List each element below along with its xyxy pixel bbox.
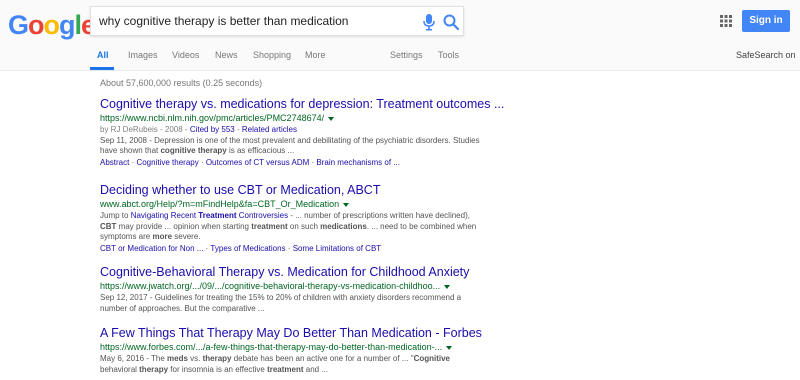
- result-url-text: www.abct.org/Help/?m=mFindHelp&fa=CBT_Or…: [100, 199, 340, 209]
- search-input[interactable]: [99, 11, 409, 31]
- chevron-down-icon[interactable]: [444, 284, 451, 289]
- logo-letter: o: [28, 10, 44, 40]
- search-result: Deciding whether to use CBT or Medicatio…: [100, 183, 480, 254]
- result-meta: by RJ DeRubeis - 2008 - Cited by 553 - R…: [100, 125, 480, 136]
- snippet-keyword: meds: [167, 354, 188, 363]
- snippet-keyword: therapy: [139, 364, 169, 374]
- chevron-down-icon[interactable]: [328, 116, 335, 121]
- snippet-keyword: CBT: [100, 221, 117, 231]
- search-result: Cognitive therapy vs. medications for de…: [100, 97, 504, 168]
- result-snippet: Sep 12, 2017 - Guidelines for treating t…: [100, 293, 462, 313]
- chevron-down-icon[interactable]: [343, 202, 350, 207]
- tab-news[interactable]: News: [215, 50, 238, 60]
- result-stats: About 57,600,000 results (0.25 seconds): [100, 78, 263, 88]
- result-url-text: https://www.jwatch.org/.../09/.../cognit…: [100, 281, 441, 291]
- sitelink[interactable]: Some Limitations of CBT: [293, 244, 381, 253]
- snippet-keyword: cognitive therapy: [160, 146, 227, 155]
- snippet-text: is as efficacious ...: [226, 146, 295, 155]
- snippet-text: severe.: [172, 232, 201, 241]
- snippet-text: May 6, 2016 - The: [100, 354, 167, 363]
- snippet-text: vs.: [187, 354, 203, 363]
- tab-settings[interactable]: Settings: [390, 50, 423, 60]
- result-sitelinks: CBT or Medication for Non ... · Types of…: [100, 243, 382, 253]
- result-title-link[interactable]: A Few Things That Therapy May Do Better …: [100, 326, 482, 341]
- microphone-icon[interactable]: [421, 13, 437, 31]
- tab-images[interactable]: Images: [128, 50, 158, 60]
- tab-videos[interactable]: Videos: [172, 50, 199, 60]
- search-icon[interactable]: [442, 13, 460, 31]
- result-snippet: May 6, 2016 - The meds vs. therapy debat…: [100, 354, 480, 375]
- sitelink[interactable]: Types of Medications: [210, 244, 285, 253]
- meta-separator: -: [234, 125, 242, 134]
- result-url-text: https://www.ncbi.nlm.nih.gov/pmc/article…: [100, 113, 325, 123]
- sitelink[interactable]: CBT or Medication for Non ...: [100, 244, 203, 253]
- result-snippet: Jump to Navigating Recent Treatment Cont…: [100, 211, 480, 243]
- jump-to-label: Jump to: [100, 211, 131, 220]
- apps-grid-icon[interactable]: [720, 15, 732, 27]
- result-snippet: Sep 11, 2008 - Depression is one of the …: [100, 136, 480, 157]
- snippet-keyword: treatment: [251, 221, 288, 231]
- snippet-keyword: more: [152, 232, 173, 241]
- result-title-link[interactable]: Deciding whether to use CBT or Medicatio…: [100, 183, 480, 198]
- snippet-keyword: therapy: [202, 354, 232, 363]
- sitelink[interactable]: Outcomes of CT versus ADM: [206, 158, 309, 167]
- result-url: https://www.forbes.com/.../a-few-things-…: [100, 341, 480, 353]
- result-url: https://www.ncbi.nlm.nih.gov/pmc/article…: [100, 112, 480, 124]
- tab-tools[interactable]: Tools: [438, 50, 459, 60]
- google-logo[interactable]: Google: [8, 10, 96, 40]
- snippet-text: may provide ... opinion when starting: [116, 221, 252, 231]
- snippet-keyword: Cognitive: [413, 354, 451, 363]
- result-url: https://www.jwatch.org/.../09/.../cognit…: [100, 280, 480, 292]
- active-tab-indicator: [90, 67, 114, 70]
- result-url: www.abct.org/Help/?m=mFindHelp&fa=CBT_Or…: [100, 198, 480, 210]
- search-result: Cognitive-Behavioral Therapy vs. Medicat…: [100, 265, 480, 314]
- sign-in-button[interactable]: Sign in: [742, 10, 790, 32]
- sitelink[interactable]: Abstract: [100, 158, 129, 167]
- search-box[interactable]: [90, 6, 464, 36]
- result-title-link[interactable]: Cognitive therapy vs. medications for de…: [100, 97, 504, 112]
- result-author: by RJ DeRubeis - 2008 -: [100, 125, 190, 134]
- result-sitelinks: Abstract · Cognitive therapy · Outcomes …: [100, 157, 400, 167]
- snippet-text: and ...: [303, 364, 328, 374]
- result-url-text: https://www.forbes.com/.../a-few-things-…: [100, 342, 443, 352]
- tab-all[interactable]: All: [97, 50, 109, 60]
- chevron-down-icon[interactable]: [446, 345, 453, 350]
- safesearch-toggle[interactable]: SafeSearch on: [736, 50, 796, 60]
- logo-letter: o: [43, 10, 60, 40]
- result-title-link[interactable]: Cognitive-Behavioral Therapy vs. Medicat…: [100, 265, 480, 280]
- jump-link-keyword: Treatment: [198, 211, 237, 220]
- snippet-keyword: treatment: [267, 364, 304, 374]
- tab-more[interactable]: More: [305, 50, 326, 60]
- snippet-text: behavioral: [100, 364, 140, 374]
- search-tabs: All Images Videos News Shopping More Set…: [0, 46, 800, 70]
- search-result: A Few Things That Therapy May Do Better …: [100, 326, 482, 375]
- logo-letter: G: [8, 10, 29, 40]
- snippet-text: for insomnia is an effective: [168, 364, 268, 374]
- sitelink[interactable]: Cognitive therapy: [136, 158, 198, 167]
- jump-to-link[interactable]: Navigating Recent Treatment Controversie…: [131, 211, 288, 220]
- header: Google Sign in All Images Videos News Sh…: [0, 0, 800, 71]
- snippet-text: on such: [287, 221, 321, 231]
- snippet-text: debate has been an active one for a numb…: [231, 354, 414, 363]
- sitelink[interactable]: Brain mechanisms of ...: [316, 158, 400, 167]
- tab-shopping[interactable]: Shopping: [253, 50, 291, 60]
- snippet-keyword: medications: [320, 221, 367, 231]
- jump-link-text: Controversies: [236, 211, 289, 220]
- related-articles-link[interactable]: Related articles: [242, 125, 297, 134]
- snippet-text: - ... number of prescriptions written ha…: [288, 211, 470, 220]
- logo-letter: g: [59, 10, 75, 40]
- cited-by-link[interactable]: Cited by 553: [190, 125, 235, 134]
- jump-link-text: Navigating Recent: [130, 211, 199, 220]
